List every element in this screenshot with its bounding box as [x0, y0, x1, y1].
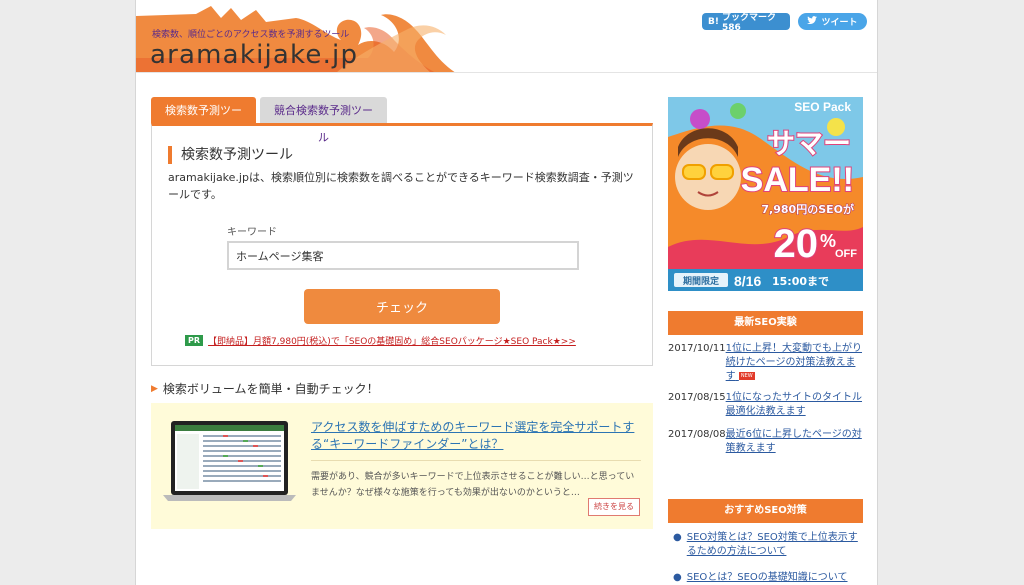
news-date: 2017/08/08	[668, 429, 726, 440]
bullet-icon: ●	[673, 532, 682, 543]
pr-row: PR 【即納品】月額7,980円(税込)で「SEOの基礎固め」総合SEOパッケー…	[185, 334, 576, 347]
read-more-button[interactable]: 続きを見る	[588, 498, 640, 516]
tool-title: 検索数予測ツール	[168, 146, 293, 164]
pr-link[interactable]: 【即納品】月額7,980円(税込)で「SEOの基礎固め」総合SEOパッケージ★S…	[208, 334, 576, 347]
tab-search-volume-tool[interactable]: 検索数予測ツール	[151, 97, 256, 144]
promo-divider	[311, 460, 641, 461]
news-link[interactable]: 1位になったサイトのタイトル最適化法教えます	[726, 391, 863, 419]
check-button[interactable]: チェック	[304, 289, 500, 324]
recommended-seo-heading: おすすめSEO対策	[668, 499, 863, 523]
ad-time: 15:00まで	[772, 275, 829, 288]
recommended-item: ● SEOとは？SEOの基礎知識について	[673, 571, 863, 585]
promo-description: 需要があり、競合が多いキーワードで上位表示させることが難しい…と思っていませんか…	[311, 472, 635, 498]
hatena-bookmark-button[interactable]: B! ブックマーク 586	[702, 13, 790, 33]
seo-pack-ad-banner[interactable]: SEO Pack サマー SALE!! 7,980円のSEOが 20 % OFF…	[668, 97, 863, 291]
news-item: 2017/08/08 最近6位に上昇したページの対策教えます	[668, 428, 863, 456]
ad-sub: 7,980円のSEOが	[761, 202, 854, 216]
ad-headline1: サマー	[767, 127, 851, 160]
keyword-input[interactable]	[227, 241, 579, 270]
hatena-icon: B!	[708, 16, 719, 27]
recommended-item: ● SEO対策とは？SEO対策で上位表示するための方法について	[673, 531, 863, 559]
laptop-screenshot-image	[163, 421, 296, 501]
ad-percent: %	[820, 231, 836, 251]
recommended-link[interactable]: SEO対策とは？SEO対策で上位表示するための方法について	[687, 531, 863, 559]
tweet-button[interactable]: ツイート	[798, 13, 867, 30]
ad-off: OFF	[835, 248, 857, 260]
recommended-link[interactable]: SEOとは？SEOの基礎知識について	[687, 571, 848, 585]
section-heading: ▶ 検索ボリュームを簡単・自動チェック！	[151, 380, 379, 397]
keyword-label: キーワード	[227, 227, 277, 238]
news-date: 2017/10/11	[668, 343, 726, 354]
triangle-right-icon: ▶	[151, 383, 158, 394]
seo-pack-ad-image: SEO Pack サマー SALE!! 7,980円のSEOが 20 % OFF…	[668, 97, 863, 291]
tool-tabs: 検索数予測ツール 競合検索数予測ツール	[151, 97, 387, 144]
hatena-bookmark-label: ブックマーク 586	[721, 13, 776, 33]
section-heading-text: 検索ボリュームを簡単・自動チェック！	[162, 382, 379, 396]
news-item: 2017/08/15 1位になったサイトのタイトル最適化法教えます	[668, 391, 863, 419]
ad-discount: 20	[774, 222, 819, 266]
page-container: 検索数、順位ごとのアクセス数を予測するツール aramakijake.jp B!…	[135, 0, 878, 585]
site-logo[interactable]: aramakijake.jp	[150, 40, 358, 70]
pr-badge: PR	[185, 335, 204, 346]
ad-date: 8/16	[734, 273, 761, 289]
news-link[interactable]: 1位に上昇！大変動でも上がり続けたページの対策法教えます NEW	[726, 342, 863, 384]
promo-box: アクセス数を伸ばすためのキーワード選定を完全サポートする“キーワードファインダー…	[151, 403, 653, 529]
tab-competitor-tool[interactable]: 競合検索数予測ツール	[260, 97, 387, 144]
new-badge: NEW	[738, 372, 755, 380]
news-link[interactable]: 最近6位に上昇したページの対策教えます	[726, 428, 863, 456]
ad-limited: 期間限定	[683, 275, 720, 287]
twitter-bird-icon	[807, 16, 818, 27]
site-tagline: 検索数、順位ごとのアクセス数を予測するツール	[152, 30, 350, 40]
ad-headline2: SALE!!	[741, 161, 854, 199]
tool-description: aramakijake.jpは、検索順位別に検索数を調べることができるキーワード…	[168, 171, 634, 201]
tweet-label: ツイート	[821, 18, 858, 28]
latest-seo-experiments-heading: 最新SEO実験	[668, 311, 863, 335]
promo-title-link[interactable]: アクセス数を伸ばすためのキーワード選定を完全サポートする“キーワードファインダー…	[311, 419, 641, 453]
site-header: 検索数、順位ごとのアクセス数を予測するツール aramakijake.jp B!…	[136, 0, 877, 73]
ad-brand: SEO Pack	[794, 100, 851, 114]
tool-panel: 検索数予測ツール aramakijake.jpは、検索順位別に検索数を調べること…	[151, 123, 653, 366]
news-item: 2017/10/11 1位に上昇！大変動でも上がり続けたページの対策法教えます …	[668, 342, 863, 384]
bullet-icon: ●	[673, 572, 682, 583]
news-date: 2017/08/15	[668, 392, 726, 403]
